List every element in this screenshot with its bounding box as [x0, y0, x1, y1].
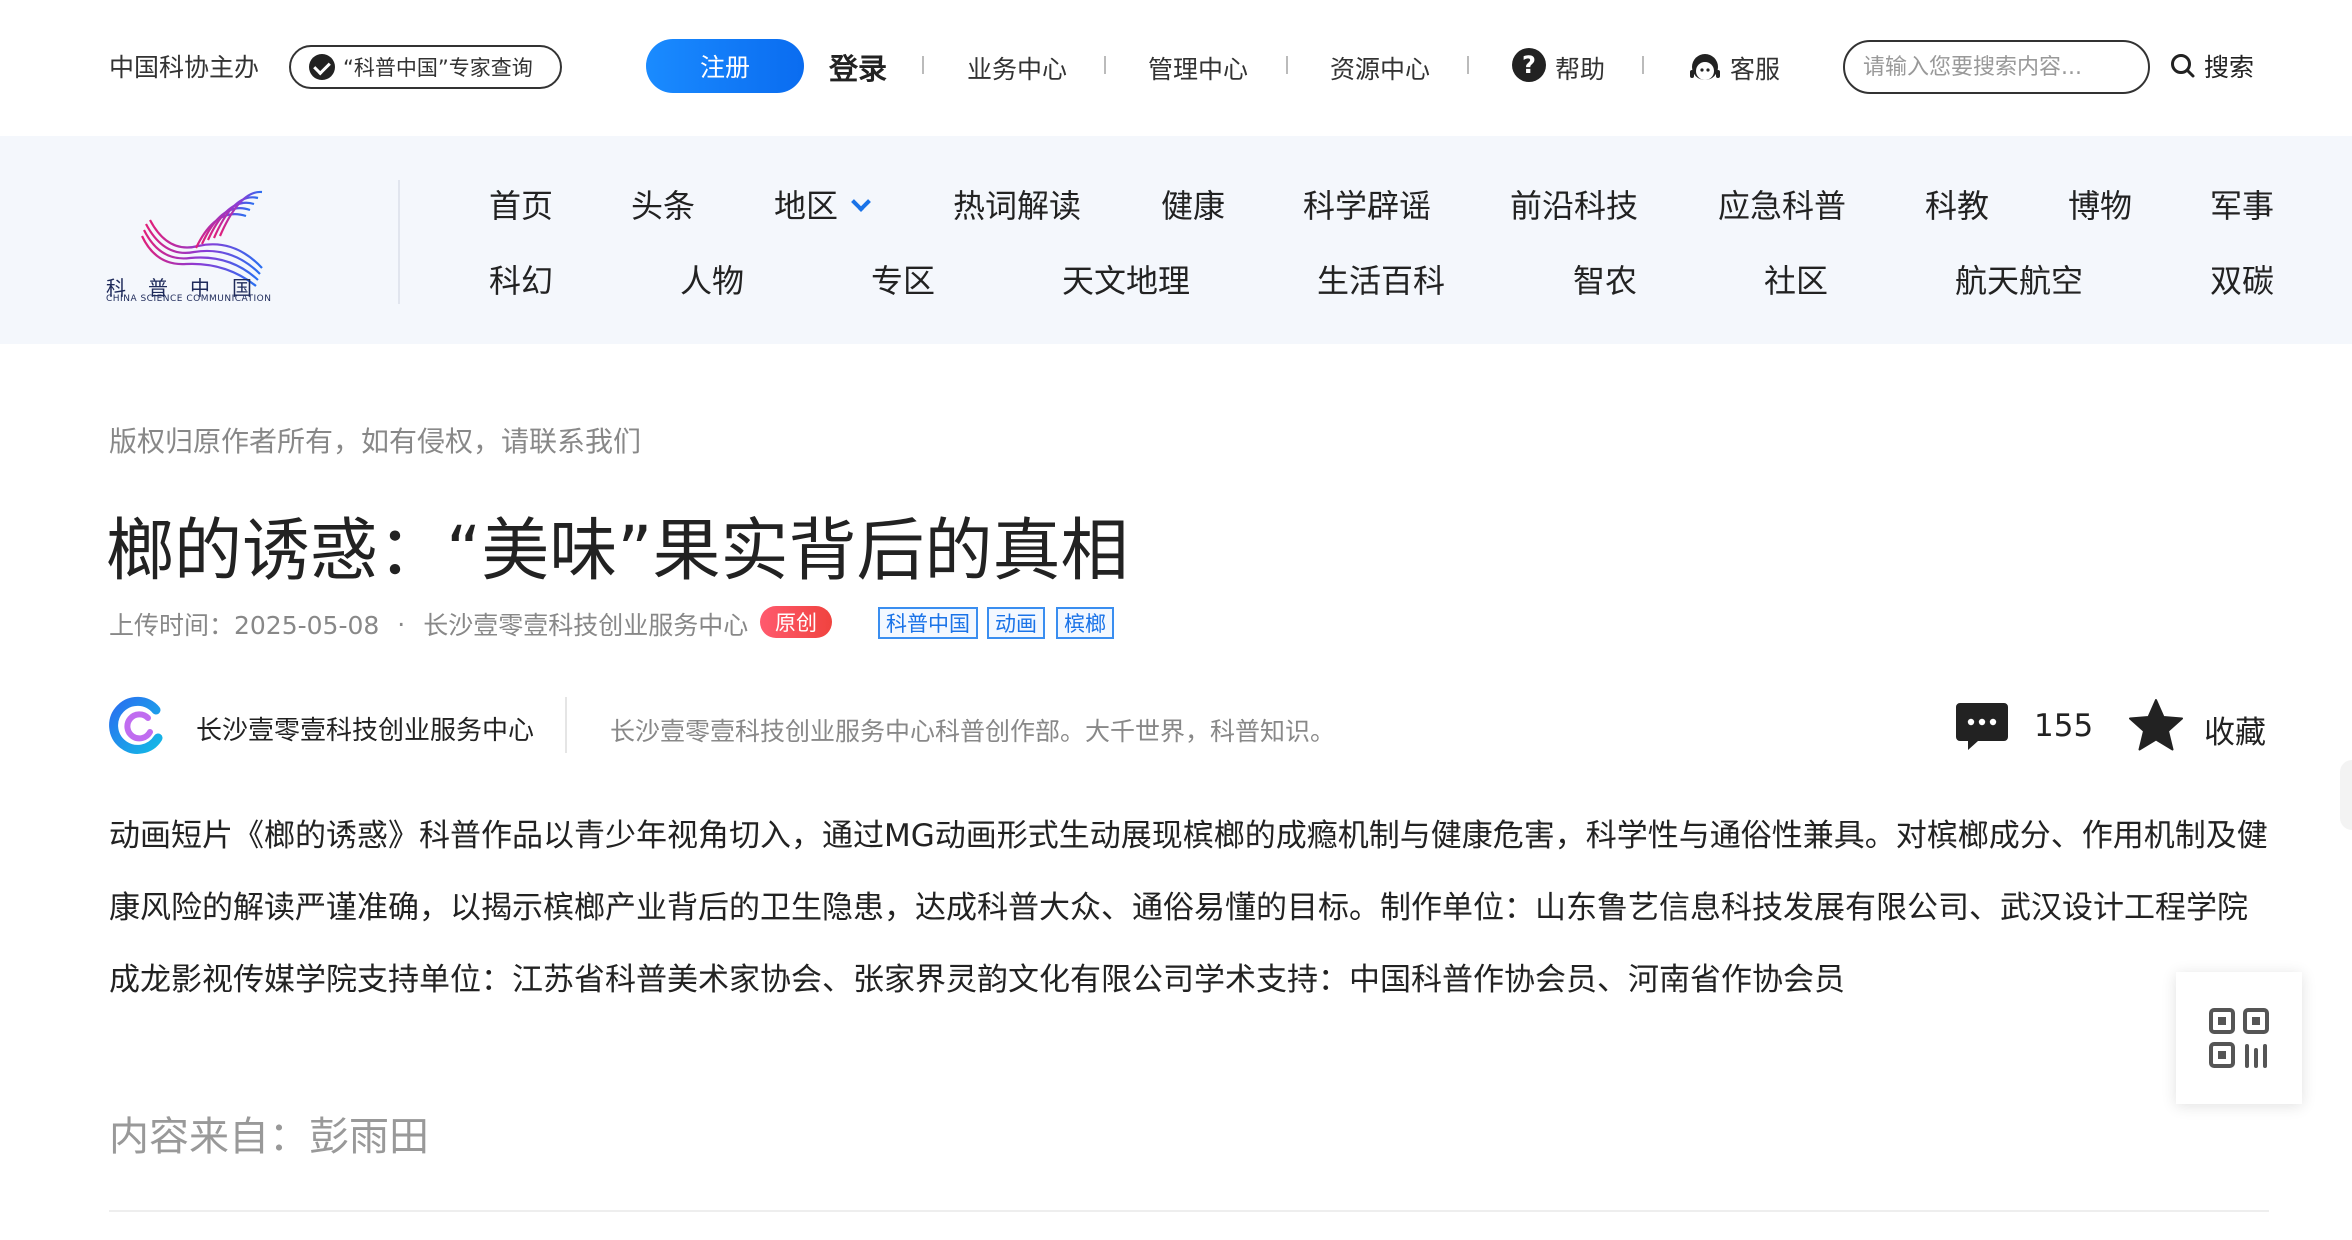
nav-item-community[interactable]: 社区 — [1764, 256, 1828, 302]
host-label: 中国科协主办 — [109, 53, 260, 82]
chevron-down-icon — [851, 192, 871, 212]
tag-betel-nut[interactable]: 槟榔 — [1056, 607, 1114, 639]
search-input[interactable] — [1843, 40, 2150, 94]
author-divider — [565, 697, 567, 753]
copyright-notice[interactable]: 版权归原作者所有，如有侵权，请联系我们 — [109, 420, 641, 460]
nav-item-hot-words[interactable]: 热词解读 — [953, 181, 1081, 227]
nav-item-sci-fi[interactable]: 科幻 — [489, 256, 553, 302]
check-icon — [309, 54, 335, 80]
qr-code-button[interactable] — [2176, 972, 2302, 1104]
article-title: 榔的诱惑：“美味”果实背后的真相 — [106, 512, 1129, 591]
nav-item-headlines[interactable]: 头条 — [631, 181, 695, 227]
author-description: 长沙壹零壹科技创业服务中心科普创作部。大千世界，科普知识。 — [610, 717, 1336, 746]
tag-kepu-china[interactable]: 科普中国 — [878, 607, 978, 639]
nav-divider — [398, 180, 400, 304]
star-icon[interactable] — [2128, 698, 2184, 752]
register-button[interactable]: 注册 — [646, 39, 804, 93]
nav-item-frontier-tech[interactable]: 前沿科技 — [1510, 181, 1638, 227]
publisher-org[interactable]: 长沙壹零壹科技创业服务中心 — [423, 606, 748, 642]
original-badge: 原创 — [760, 606, 832, 638]
expert-query-button[interactable]: “科普中国”专家查询 — [289, 45, 562, 89]
upload-time: 上传时间：2025-05-08 — [109, 611, 380, 640]
nav-item-astronomy[interactable]: 天文地理 — [1062, 256, 1190, 302]
divider — [1104, 56, 1106, 74]
resource-center-link[interactable]: 资源中心 — [1330, 50, 1430, 86]
search-button-label: 搜索 — [2204, 53, 2255, 82]
nav-item-people[interactable]: 人物 — [680, 256, 744, 302]
comment-count: 155 — [2034, 708, 2094, 744]
nav-item-museum[interactable]: 博物 — [2068, 181, 2132, 227]
side-tab[interactable] — [2340, 760, 2352, 830]
search-button[interactable]: 搜索 — [2170, 48, 2254, 84]
nav-item-health[interactable]: 健康 — [1161, 181, 1225, 227]
nav-item-military[interactable]: 军事 — [2210, 181, 2274, 227]
main-nav: 科普中国 CHINA SCIENCE COMMUNICATION 首页 头条 地… — [0, 136, 2352, 344]
logo-text-en: CHINA SCIENCE COMMUNICATION — [106, 294, 272, 304]
nav-item-agriculture[interactable]: 智农 — [1573, 256, 1637, 302]
nav-item-emergency[interactable]: 应急科普 — [1718, 181, 1846, 227]
business-center-link[interactable]: 业务中心 — [967, 50, 1067, 86]
nav-item-carbon[interactable]: 双碳 — [2210, 256, 2274, 302]
nav-item-special[interactable]: 专区 — [871, 256, 935, 302]
login-link[interactable]: 登录 — [829, 46, 887, 88]
help-icon[interactable]: ? — [1512, 48, 1546, 82]
search-icon — [2171, 54, 2195, 78]
nav-item-aerospace[interactable]: 航天航空 — [1955, 256, 2083, 302]
divider — [922, 56, 924, 74]
nav-item-life[interactable]: 生活百科 — [1317, 256, 1445, 302]
divider — [1286, 56, 1288, 74]
tag-animation[interactable]: 动画 — [987, 607, 1045, 639]
qr-code-icon — [2209, 1008, 2269, 1068]
favorite-button[interactable]: 收藏 — [2204, 707, 2266, 752]
top-bar: 中国科协主办 “科普中国”专家查询 注册 登录 业务中心 管理中心 资源中心 ?… — [0, 0, 2352, 136]
content-source: 内容来自：彭雨田 — [109, 1114, 429, 1160]
divider — [109, 1210, 2269, 1212]
nav-item-region-label: 地区 — [774, 187, 839, 225]
nav-item-rumor[interactable]: 科学辟谣 — [1303, 181, 1431, 227]
nav-item-region[interactable]: 地区 — [774, 181, 871, 227]
nav-item-education[interactable]: 科教 — [1925, 181, 1989, 227]
divider — [1642, 56, 1644, 74]
customer-service-icon[interactable] — [1688, 48, 1722, 86]
author-name[interactable]: 长沙壹零壹科技创业服务中心 — [196, 710, 534, 747]
meta-dot: · — [397, 609, 406, 639]
expert-query-label: “科普中国”专家查询 — [343, 56, 533, 80]
divider — [1467, 56, 1469, 74]
comment-icon[interactable] — [1954, 697, 2010, 753]
help-link[interactable]: 帮助 — [1555, 50, 1605, 86]
customer-service-link[interactable]: 客服 — [1730, 50, 1780, 86]
article-body: 动画短片《榔的诱惑》科普作品以青少年视角切入，通过MG动画形式生动展现槟榔的成瘾… — [109, 818, 2268, 998]
author-avatar[interactable] — [108, 696, 166, 754]
management-center-link[interactable]: 管理中心 — [1148, 50, 1248, 86]
nav-item-home[interactable]: 首页 — [489, 181, 553, 227]
article-meta: 上传时间：2025-05-08 · 长沙壹零壹科技创业服务中心 — [109, 606, 748, 642]
